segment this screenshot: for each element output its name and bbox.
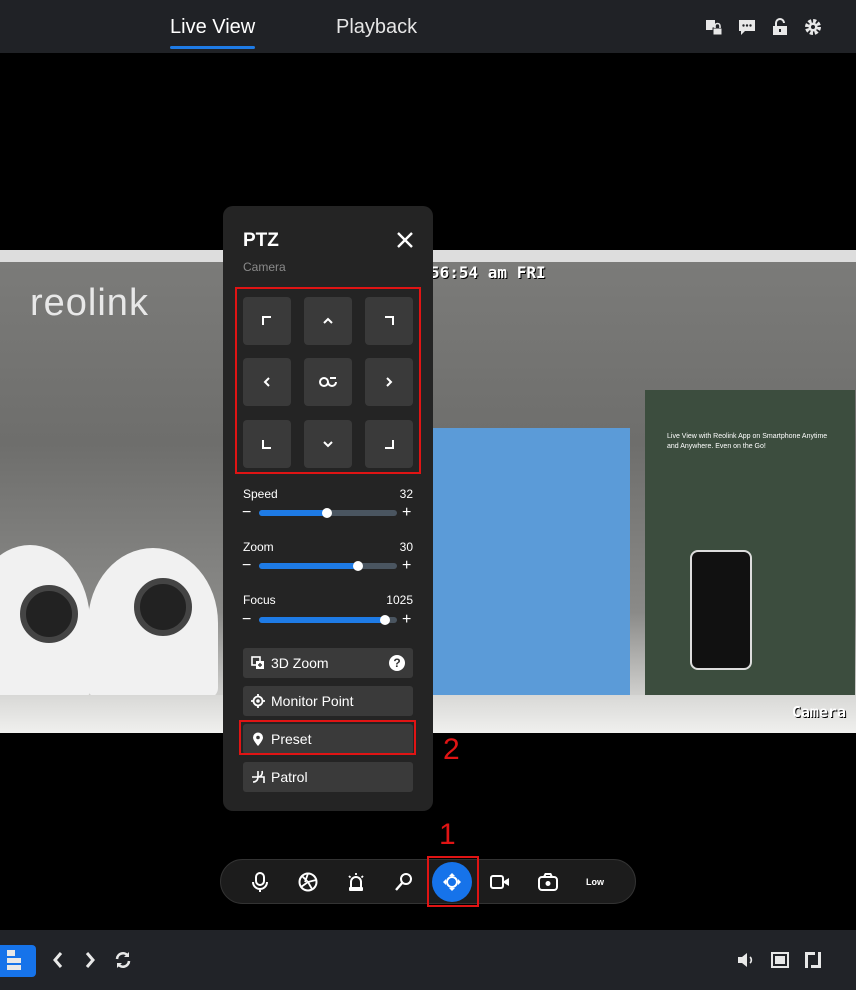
unlock-icon[interactable] (771, 18, 789, 36)
aperture-icon[interactable] (298, 872, 318, 892)
layout-list-icon[interactable] (0, 945, 36, 977)
annotation-1: 1 (439, 818, 456, 851)
3d-zoom-icon (251, 656, 264, 669)
stream-quality-button[interactable]: Low (586, 877, 604, 897)
refresh-icon[interactable] (113, 950, 133, 970)
pan-up-left-button[interactable] (243, 297, 291, 345)
focus-slider[interactable] (259, 615, 397, 625)
zoom-increase-button[interactable]: + (402, 558, 411, 574)
timestamp-overlay: 56:54 am FRI (430, 263, 546, 282)
pan-down-right-button[interactable] (365, 420, 413, 468)
zoom-label: Zoom (243, 540, 274, 554)
reolink-logo: reolink (30, 282, 149, 324)
slider-handle[interactable] (353, 561, 364, 571)
speed-label: Speed (243, 487, 278, 501)
monitor-point-button[interactable]: Monitor Point (243, 686, 413, 716)
target-icon (251, 694, 265, 708)
pan-up-button[interactable] (304, 297, 352, 345)
corner-up-left-icon (262, 316, 271, 325)
pan-down-button[interactable] (304, 420, 352, 468)
speed-increase-button[interactable]: + (402, 505, 411, 521)
siren-icon[interactable] (346, 872, 366, 892)
live-toolbar: Low (220, 856, 636, 907)
corner-down-left-icon (262, 440, 271, 449)
slider-handle[interactable] (379, 615, 390, 625)
zoom-slider[interactable] (259, 561, 397, 571)
window-mode-icon[interactable] (770, 950, 790, 970)
camera-name-overlay: Camera (791, 703, 846, 721)
tab-live-view[interactable]: Live View (170, 16, 256, 49)
annotation-2: 2 (443, 733, 460, 766)
corner-up-right-icon (385, 316, 394, 325)
camera-device (88, 548, 218, 698)
camera-device (0, 545, 90, 700)
zoom-decrease-button[interactable]: − (242, 558, 251, 574)
3d-zoom-button[interactable]: 3D Zoom ? (243, 648, 413, 678)
focus-increase-button[interactable]: + (402, 612, 411, 628)
speed-slider[interactable] (259, 508, 397, 518)
pan-down-left-button[interactable] (243, 420, 291, 468)
corner-down-right-icon (385, 440, 394, 449)
next-icon[interactable] (80, 950, 100, 970)
auto-pan-button[interactable] (304, 358, 352, 406)
bottom-bar (0, 930, 856, 990)
monitor-point-label: Monitor Point (271, 693, 354, 709)
ptz-panel: PTZ Camera Speed 32 − + Zoom 30 − + Focu… (223, 206, 433, 811)
search-icon[interactable] (394, 872, 414, 892)
highlight-box (427, 856, 479, 907)
patrol-icon (252, 770, 265, 783)
patrol-button[interactable]: Patrol (243, 762, 413, 792)
snapshot-icon[interactable] (538, 872, 558, 892)
focus-value: 1025 (386, 593, 413, 607)
volume-icon[interactable] (736, 950, 756, 970)
speed-decrease-button[interactable]: − (242, 505, 251, 521)
blue-box (432, 428, 630, 698)
auto-scan-icon (319, 377, 337, 387)
fullscreen-icon[interactable] (803, 950, 823, 970)
ptz-subtitle: Camera (243, 260, 286, 274)
previous-icon[interactable] (48, 950, 68, 970)
chevron-up-icon (323, 317, 333, 324)
speed-value: 32 (399, 487, 413, 501)
3d-zoom-label: 3D Zoom (271, 655, 329, 671)
top-bar: Live View Playback (0, 0, 856, 53)
phone-image (690, 550, 752, 670)
chat-icon[interactable] (738, 18, 756, 36)
chevron-down-icon (323, 441, 333, 448)
box-text: Live View with Reolink App on Smartphone… (667, 433, 828, 450)
slider-handle[interactable] (321, 508, 332, 518)
pan-left-button[interactable] (243, 358, 291, 406)
record-video-icon[interactable] (490, 872, 510, 892)
microphone-icon[interactable] (250, 872, 270, 892)
close-icon[interactable] (395, 230, 415, 250)
highlight-box (239, 720, 416, 755)
pan-right-button[interactable] (365, 358, 413, 406)
gear-icon[interactable] (804, 18, 822, 36)
tab-playback[interactable]: Playback (336, 16, 417, 39)
chevron-right-icon (386, 377, 393, 387)
zoom-value: 30 (399, 540, 413, 554)
pan-up-right-button[interactable] (365, 297, 413, 345)
product-box: Live View with Reolink App on Smartphone… (645, 390, 855, 695)
ptz-title: PTZ (243, 230, 279, 251)
patrol-label: Patrol (271, 769, 308, 785)
copy-lock-icon[interactable] (705, 18, 723, 36)
focus-decrease-button[interactable]: − (242, 612, 251, 628)
help-icon[interactable]: ? (389, 655, 405, 671)
chevron-left-icon (263, 377, 270, 387)
focus-label: Focus (243, 593, 276, 607)
